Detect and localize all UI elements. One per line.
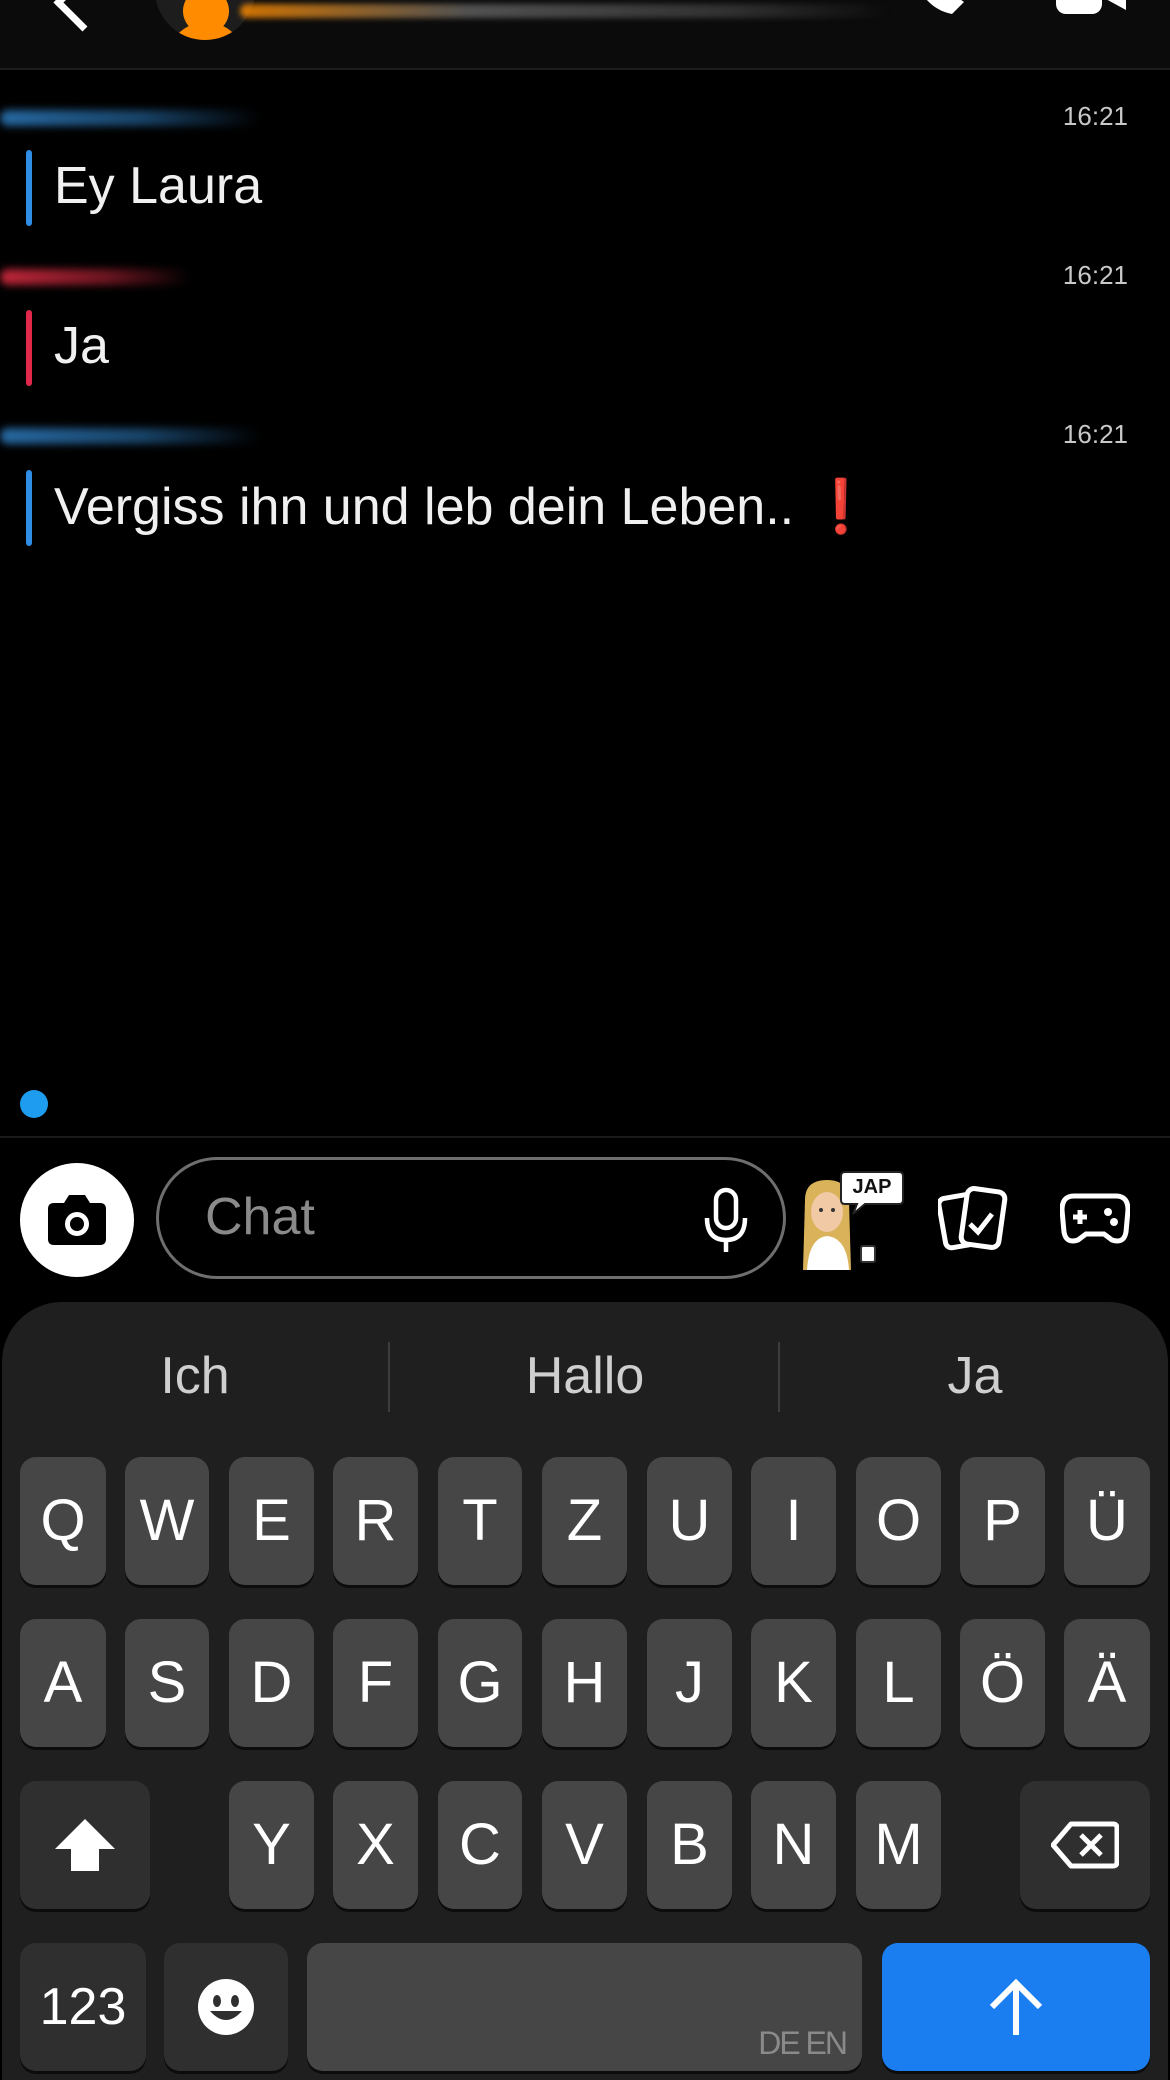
shift-key[interactable] (20, 1781, 150, 1909)
key-c[interactable]: C (438, 1781, 522, 1909)
video-camera-icon[interactable] (1050, 0, 1130, 20)
key-x[interactable]: X (333, 1781, 418, 1909)
language-indicator: DE EN (758, 2025, 848, 2061)
contact-avatar[interactable] (155, 0, 255, 40)
space-key[interactable]: DE EN (307, 1943, 862, 2071)
key-l[interactable]: L (856, 1619, 941, 1747)
key-b[interactable]: B (647, 1781, 732, 1909)
camera-button[interactable] (20, 1163, 134, 1277)
key-r[interactable]: R (333, 1457, 418, 1585)
bitmoji-bubble-text: JAP (852, 1176, 892, 1198)
avatar-body-icon (167, 22, 245, 40)
suggestion-item[interactable]: Hallo (390, 1346, 780, 1406)
key-t[interactable]: T (438, 1457, 522, 1585)
chat-input-container[interactable] (156, 1157, 786, 1279)
key-h[interactable]: H (542, 1619, 627, 1747)
key-oe[interactable]: Ö (960, 1619, 1045, 1747)
bitmoji-sticker-button[interactable]: JAP (795, 1170, 905, 1275)
contact-name-blurred[interactable] (240, 4, 890, 18)
backspace-icon (1051, 1821, 1119, 1869)
key-w[interactable]: W (125, 1457, 209, 1585)
suggestion-item[interactable]: Ich (0, 1346, 390, 1406)
key-k[interactable]: K (751, 1619, 836, 1747)
emoji-face-icon (198, 1979, 254, 2035)
suggestion-item[interactable]: Ja (780, 1346, 1170, 1406)
exclamation-emoji: ❗ (808, 478, 874, 536)
camera-icon (48, 1195, 106, 1245)
key-o[interactable]: O (856, 1457, 941, 1585)
key-ue[interactable]: Ü (1064, 1457, 1150, 1585)
key-a[interactable]: A (20, 1619, 106, 1747)
typing-indicator-dot (20, 1090, 48, 1118)
message-sender-bar (26, 150, 32, 226)
message-text-content: Vergiss ihn und leb dein Leben.. (54, 478, 809, 536)
shift-arrow-icon (55, 1819, 115, 1871)
memories-cards-icon[interactable] (938, 1186, 1010, 1252)
key-n[interactable]: N (751, 1781, 836, 1909)
key-v[interactable]: V (542, 1781, 627, 1909)
divider (0, 1136, 1170, 1138)
message-text[interactable]: Ja (54, 316, 109, 376)
key-d[interactable]: D (229, 1619, 314, 1747)
message-text[interactable]: Vergiss ihn und leb dein Leben.. ❗ (54, 476, 873, 537)
key-p[interactable]: P (960, 1457, 1045, 1585)
message-sender-bar (26, 310, 32, 386)
key-j[interactable]: J (647, 1619, 732, 1747)
gamepad-icon[interactable] (1060, 1192, 1130, 1246)
message-timestamp: 16:21 (1062, 101, 1128, 131)
emoji-key[interactable] (164, 1943, 288, 2071)
key-m[interactable]: M (856, 1781, 941, 1909)
back-chevron-icon[interactable] (53, 0, 112, 32)
chat-input[interactable] (205, 1184, 665, 1250)
key-y[interactable]: Y (229, 1781, 314, 1909)
sender-name-blurred (0, 110, 260, 126)
key-s[interactable]: S (125, 1619, 209, 1747)
phone-icon[interactable] (910, 0, 970, 20)
key-i[interactable]: I (751, 1457, 836, 1585)
message-timestamp: 16:21 (1062, 419, 1128, 449)
key-z[interactable]: Z (542, 1457, 627, 1585)
message-timestamp: 16:21 (1062, 260, 1128, 290)
key-e[interactable]: E (229, 1457, 314, 1585)
backspace-key[interactable] (1020, 1781, 1150, 1909)
send-arrow-icon (989, 1978, 1043, 2035)
message-text[interactable]: Ey Laura (54, 156, 262, 216)
key-g[interactable]: G (438, 1619, 522, 1747)
message-sender-bar (26, 470, 32, 546)
key-u[interactable]: U (647, 1457, 732, 1585)
chat-header (0, 0, 1170, 70)
key-q[interactable]: Q (20, 1457, 106, 1585)
key-ae[interactable]: Ä (1064, 1619, 1150, 1747)
send-key[interactable] (882, 1943, 1150, 2071)
sender-name-blurred (0, 428, 260, 444)
microphone-icon[interactable] (699, 1186, 753, 1256)
key-f[interactable]: F (333, 1619, 418, 1747)
sender-name-blurred (0, 269, 190, 285)
numbers-key[interactable]: 123 (20, 1943, 146, 2071)
